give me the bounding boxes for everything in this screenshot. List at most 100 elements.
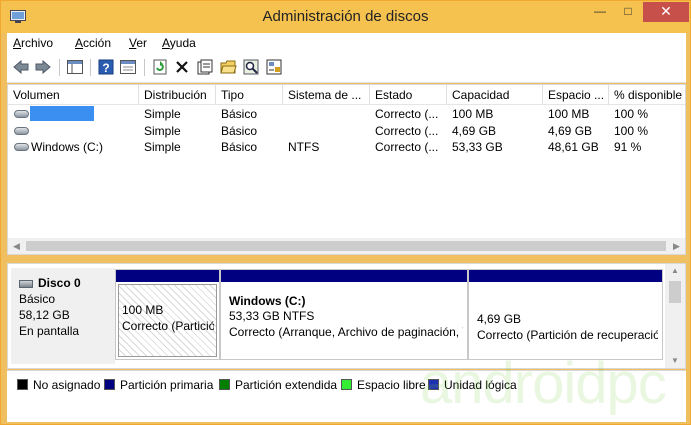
- toolbar-separator: [144, 59, 145, 76]
- column-header-volume[interactable]: Volumen: [8, 85, 139, 105]
- volume-list: Volumen Distribución Tipo Sistema de ...…: [7, 84, 686, 255]
- cell-status: Correcto (...: [375, 140, 439, 154]
- back-button[interactable]: [12, 58, 30, 76]
- menu-ayuda[interactable]: Ayuda: [162, 36, 196, 50]
- volume-list-header: Volumen Distribución Tipo Sistema de ...…: [8, 85, 685, 105]
- refresh-button[interactable]: [151, 58, 169, 76]
- partition-bar: [221, 270, 467, 282]
- menu-archivo[interactable]: Archivo: [13, 36, 53, 50]
- volume-row[interactable]: Simple Básico Correcto (... 4,69 GB 4,69…: [8, 123, 685, 139]
- legend-swatch: [219, 379, 230, 390]
- arrow-right-icon: [35, 60, 51, 74]
- cell-percent-free: 91 %: [614, 140, 642, 154]
- scroll-up-icon[interactable]: ▲: [665, 264, 685, 278]
- properties-list-button[interactable]: [119, 58, 137, 76]
- title-bar[interactable]: Administración de discos — □ ✕: [1, 1, 690, 33]
- delete-icon: [176, 61, 188, 73]
- volume-icon: [14, 110, 29, 118]
- volume-row[interactable]: Simple Básico Correcto (... 100 MB 100 M…: [8, 106, 685, 122]
- column-header-layout[interactable]: Distribución: [139, 85, 216, 105]
- disk-name: Disco 0: [38, 276, 81, 290]
- partition-size: 4,69 GB: [477, 312, 522, 326]
- cell-volume: [25, 123, 30, 139]
- cell-layout: Simple: [144, 140, 181, 154]
- legend-item-logical: Unidad lógica: [428, 378, 517, 392]
- scrollbar-thumb[interactable]: [669, 281, 681, 303]
- partition-bar: [469, 270, 662, 282]
- cell-type: Básico: [221, 124, 258, 138]
- refresh-icon: [153, 59, 167, 75]
- settings-icon: [266, 59, 282, 75]
- partition-body: Windows (C:) 53,33 GB NTFS Correcto (Arr…: [223, 284, 465, 357]
- column-header-capacity[interactable]: Capacidad: [447, 85, 543, 105]
- menu-ver[interactable]: Ver: [129, 36, 147, 50]
- cell-status: Correcto (...: [375, 107, 439, 121]
- legend-swatch: [104, 379, 115, 390]
- console-tree-button[interactable]: [66, 58, 84, 76]
- cell-type: Básico: [221, 140, 258, 154]
- legend-swatch: [341, 379, 352, 390]
- disk-size: 58,12 GB: [19, 308, 70, 322]
- close-button[interactable]: ✕: [643, 2, 689, 22]
- svg-text:?: ?: [102, 61, 109, 75]
- minimize-button[interactable]: —: [586, 2, 614, 22]
- arrow-left-icon: [13, 60, 29, 74]
- maximize-button[interactable]: □: [615, 2, 641, 22]
- cell-capacity: 100 MB: [452, 107, 494, 121]
- disk-state: En pantalla: [19, 324, 80, 338]
- column-header-free-space[interactable]: Espacio ...: [543, 85, 609, 105]
- scrollbar-thumb[interactable]: [26, 241, 666, 251]
- help-icon: ?: [98, 59, 114, 75]
- properties-icon: [197, 59, 213, 75]
- cell-volume: Windows (C:): [31, 140, 104, 154]
- selected-volume-label[interactable]: [30, 106, 94, 121]
- partition-bar: [116, 270, 219, 282]
- open-button[interactable]: [219, 58, 237, 76]
- cell-percent-free: 100 %: [614, 124, 649, 138]
- menu-bar: Archivo Acción Ver Ayuda: [7, 33, 686, 53]
- partition-body: 4,69 GB Correcto (Partición de recuperac…: [471, 284, 660, 357]
- legend-item-primary: Partición primaria: [104, 378, 213, 392]
- scroll-left-icon[interactable]: ◀: [8, 238, 25, 254]
- partition-recovery[interactable]: 4,69 GB Correcto (Partición de recuperac…: [468, 269, 663, 360]
- partition-size: 53,33 GB NTFS: [229, 309, 315, 323]
- cell-capacity: 53,33 GB: [452, 140, 503, 154]
- vertical-scrollbar[interactable]: ▲ ▼: [665, 264, 685, 368]
- disk-type: Básico: [19, 292, 56, 306]
- cell-layout: Simple: [144, 107, 181, 121]
- partition-system[interactable]: 100 MB Correcto (Partición del sistema..…: [115, 269, 220, 360]
- properties-list-icon: [120, 60, 136, 74]
- column-header-filesystem[interactable]: Sistema de ...: [283, 85, 370, 105]
- scroll-right-icon[interactable]: ▶: [668, 238, 685, 254]
- properties-button[interactable]: [196, 58, 214, 76]
- volume-row[interactable]: Windows (C:) Simple Básico NTFS Correcto…: [8, 139, 685, 155]
- scroll-down-icon[interactable]: ▼: [665, 354, 685, 368]
- cell-capacity: 4,69 GB: [452, 124, 497, 138]
- toolbar: ?: [7, 53, 686, 83]
- cell-type: Básico: [221, 107, 258, 121]
- horizontal-scrollbar[interactable]: ◀ ▶: [8, 238, 685, 254]
- partition-status: Correcto (Arranque, Archivo de paginació…: [229, 325, 463, 339]
- disk-info[interactable]: Disco 0 Básico 58,12 GB En pantalla: [11, 268, 115, 364]
- partition-windows[interactable]: Windows (C:) 53,33 GB NTFS Correcto (Arr…: [220, 269, 468, 360]
- delete-button[interactable]: [173, 58, 191, 76]
- forward-button[interactable]: [34, 58, 52, 76]
- column-header-status[interactable]: Estado: [370, 85, 447, 105]
- legend: No asignado Partición primaria Partición…: [7, 370, 686, 397]
- explore-button[interactable]: [242, 58, 260, 76]
- settings-button[interactable]: [265, 58, 283, 76]
- partition-body-selected: 100 MB Correcto (Partición del sistema..…: [118, 284, 217, 357]
- cell-layout: Simple: [144, 124, 181, 138]
- legend-item-free-space: Espacio libre: [341, 378, 426, 392]
- legend-item-extended: Partición extendida: [219, 378, 337, 392]
- menu-accion[interactable]: Acción: [75, 36, 111, 50]
- partition-size: 100 MB: [122, 303, 164, 317]
- column-header-type[interactable]: Tipo: [216, 85, 283, 105]
- help-button[interactable]: ?: [97, 58, 115, 76]
- legend-swatch: [428, 379, 439, 390]
- cell-free-space: 48,61 GB: [548, 140, 599, 154]
- console-tree-icon: [67, 60, 83, 74]
- cell-status: Correcto (...: [375, 124, 439, 138]
- partition-status: Correcto (Partición del sistema...: [122, 319, 214, 333]
- column-header-percent-free[interactable]: % disponible: [609, 85, 685, 105]
